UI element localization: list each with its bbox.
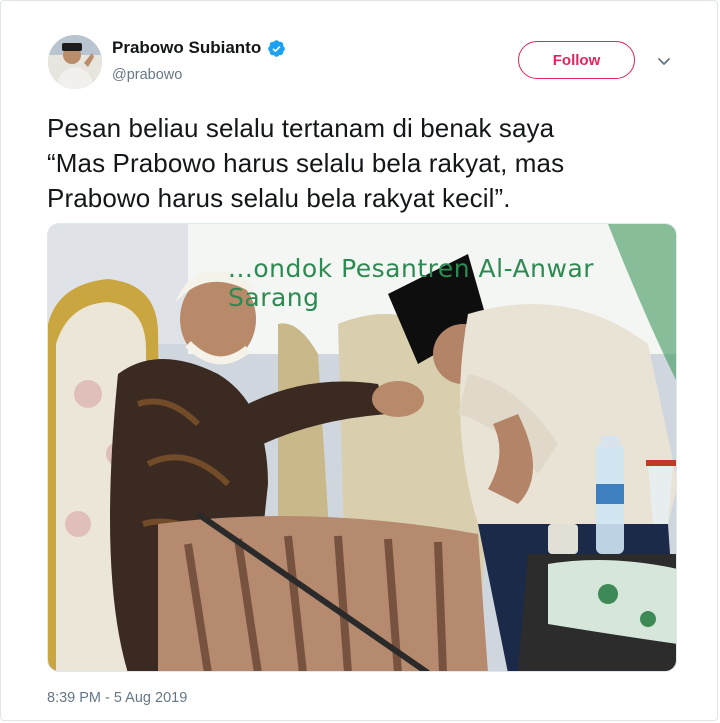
tweet-card: Prabowo Subianto @prabowo Follow Pesan b… [0, 0, 718, 721]
user-handle[interactable]: @prabowo [112, 67, 182, 83]
display-name-row[interactable]: Prabowo Subianto [112, 38, 286, 58]
display-name[interactable]: Prabowo Subianto [112, 38, 261, 58]
tweet-timestamp[interactable]: 8:39 PM - 5 Aug 2019 [47, 690, 187, 706]
avatar-photo [48, 35, 102, 89]
avatar[interactable] [48, 35, 102, 89]
follow-button[interactable]: Follow [518, 41, 635, 79]
chevron-down-icon[interactable] [656, 53, 672, 69]
tweet-photo[interactable]: ...ondok Pesantren Al-Anwar Sarang [47, 223, 677, 672]
tweet-text: Pesan beliau selalu tertanam di benak sa… [47, 113, 565, 213]
banner-title: ...ondok Pesantren Al-Anwar Sarang [228, 254, 595, 312]
verified-badge-icon [267, 39, 286, 58]
